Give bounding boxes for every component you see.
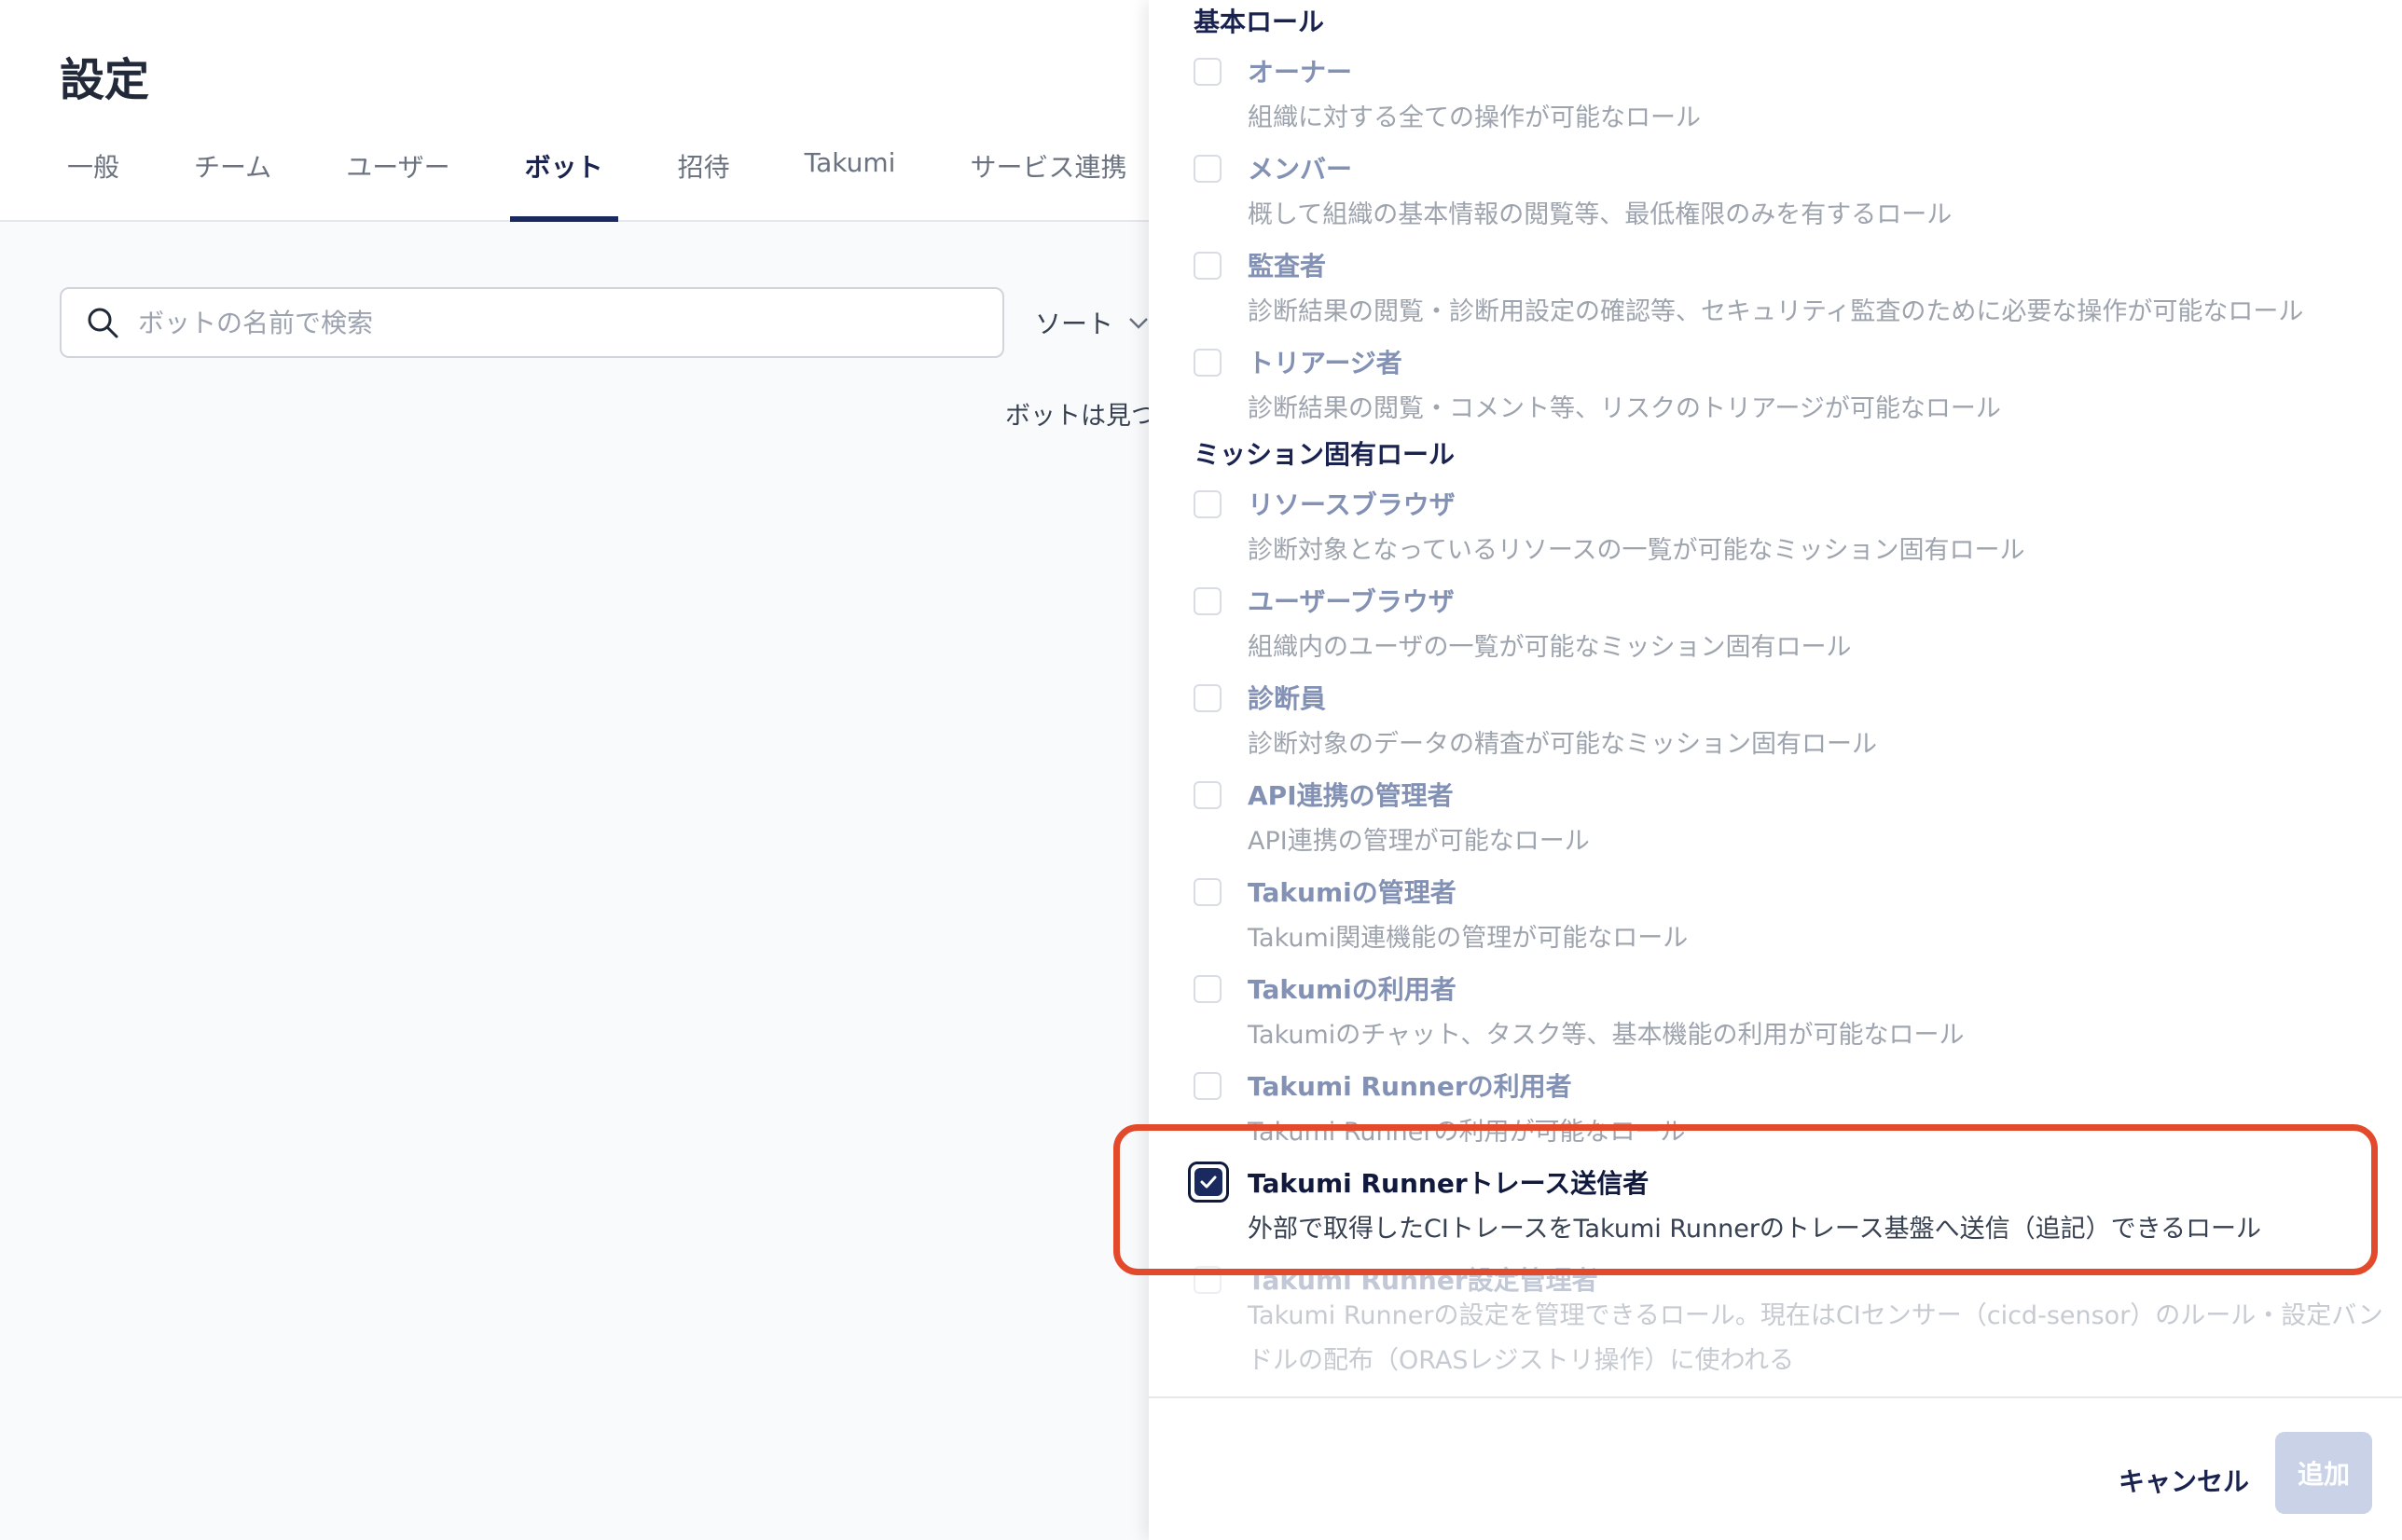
tab-service-integration[interactable]: サービス連携 bbox=[940, 140, 1149, 222]
role-name: Takumi Runner設定管理者 bbox=[1248, 1265, 1598, 1296]
role-description: 診断対象となっているリソースの一覧が可能なミッション固有ロール bbox=[1248, 536, 2025, 565]
bot-search-box[interactable] bbox=[60, 287, 1004, 358]
tab-general[interactable]: 一般 bbox=[37, 140, 149, 222]
role-name: 診断員 bbox=[1248, 683, 1327, 714]
chevron-down-icon bbox=[1129, 318, 1148, 329]
mission-roles-title: ミッション固有ロール bbox=[1194, 439, 1456, 470]
basic-roles-title: 基本ロール bbox=[1194, 7, 1325, 37]
tab-users[interactable]: ユーザー bbox=[316, 140, 479, 222]
role-checkbox[interactable] bbox=[1194, 975, 1222, 1003]
role-name: トリアージ者 bbox=[1248, 348, 1402, 378]
add-button[interactable]: 追加 bbox=[2275, 1432, 2372, 1514]
checkbox-fill bbox=[1194, 1168, 1222, 1196]
role-description: API連携の管理が可能なロール bbox=[1248, 827, 1590, 856]
role-name: Takumi Runnerトレース送信者 bbox=[1248, 1168, 1650, 1199]
role-description: Takumi関連機能の管理が可能なロール bbox=[1248, 924, 1689, 953]
role-description: 外部で取得したCIトレースをTakumi Runnerのトレース基盤へ送信（追記… bbox=[1248, 1215, 2262, 1244]
role-checkbox[interactable] bbox=[1194, 490, 1222, 518]
cancel-button[interactable]: キャンセル bbox=[2096, 1451, 2271, 1510]
bot-search-input[interactable] bbox=[138, 295, 1002, 351]
role-checkbox[interactable] bbox=[1194, 155, 1222, 183]
role-checkbox-checked[interactable] bbox=[1188, 1162, 1229, 1203]
drawer-footer: キャンセル 追加 bbox=[1149, 1396, 2402, 1540]
role-name: API連携の管理者 bbox=[1248, 780, 1454, 811]
settings-page: 設定 一般 チーム ユーザー ボット 招待 Takumi サービス連携 ソート … bbox=[0, 0, 1149, 1540]
role-name: Takumiの管理者 bbox=[1248, 877, 1456, 908]
role-checkbox[interactable] bbox=[1194, 878, 1222, 906]
tab-team[interactable]: チーム bbox=[164, 140, 301, 222]
settings-header: 設定 一般 チーム ユーザー ボット 招待 Takumi サービス連携 bbox=[0, 0, 1149, 222]
role-description: 組織内のユーザの一覧が可能なミッション固有ロール bbox=[1248, 633, 1852, 662]
sort-label: ソート bbox=[1035, 309, 1114, 339]
tab-invitations[interactable]: 招待 bbox=[648, 140, 760, 222]
page-title: 設定 bbox=[60, 54, 150, 106]
role-checkbox[interactable] bbox=[1194, 684, 1222, 712]
role-list: 基本ロール オーナー 組織に対する全ての操作が可能なロール メンバー 概して組織… bbox=[1149, 0, 2402, 1396]
role-name: オーナー bbox=[1248, 57, 1353, 88]
role-name: 監査者 bbox=[1248, 251, 1327, 282]
role-name: Takumi Runnerの利用者 bbox=[1248, 1071, 1572, 1102]
role-checkbox[interactable] bbox=[1194, 252, 1222, 280]
empty-state-message: ボットは見つ bbox=[1005, 402, 1149, 431]
search-icon bbox=[88, 308, 118, 338]
role-description: 診断結果の閲覧・コメント等、リスクのトリアージが可能なロール bbox=[1248, 394, 2001, 423]
sort-dropdown[interactable]: ソート bbox=[1035, 304, 1149, 341]
role-description: Takumi Runnerの設定を管理できるロール。現在はCIセンサー（cicd… bbox=[1248, 1301, 2383, 1375]
settings-tabs: 一般 チーム ユーザー ボット 招待 Takumi サービス連携 bbox=[37, 140, 1149, 222]
role-name: リソースブラウザ bbox=[1248, 489, 1456, 520]
role-description: 診断対象のデータの精査が可能なミッション固有ロール bbox=[1248, 730, 1877, 759]
tab-bots[interactable]: ボット bbox=[495, 140, 633, 222]
role-name: メンバー bbox=[1248, 154, 1353, 185]
role-name: Takumiの利用者 bbox=[1248, 974, 1456, 1005]
role-checkbox[interactable] bbox=[1194, 781, 1222, 809]
add-role-drawer: 基本ロール オーナー 組織に対する全ての操作が可能なロール メンバー 概して組織… bbox=[1149, 0, 2402, 1540]
role-checkbox[interactable] bbox=[1194, 58, 1222, 86]
role-description: 診断結果の閲覧・診断用設定の確認等、セキュリティ監査のために必要な操作が可能なロ… bbox=[1248, 297, 2304, 326]
check-icon bbox=[1200, 1176, 1217, 1189]
role-description: Takumi Runnerの利用が可能なロール bbox=[1248, 1118, 1686, 1147]
role-checkbox[interactable] bbox=[1194, 1266, 1222, 1294]
role-checkbox[interactable] bbox=[1194, 349, 1222, 377]
tab-takumi[interactable]: Takumi bbox=[775, 140, 926, 222]
role-description: Takumiのチャット、タスク等、基本機能の利用が可能なロール bbox=[1248, 1021, 1965, 1050]
role-checkbox[interactable] bbox=[1194, 1072, 1222, 1100]
role-name: ユーザーブラウザ bbox=[1248, 586, 1455, 617]
role-description: 概して組織の基本情報の閲覧等、最低権限のみを有するロール bbox=[1248, 200, 1953, 229]
role-description: 組織に対する全ての操作が可能なロール bbox=[1248, 103, 1701, 132]
role-checkbox[interactable] bbox=[1194, 587, 1222, 615]
